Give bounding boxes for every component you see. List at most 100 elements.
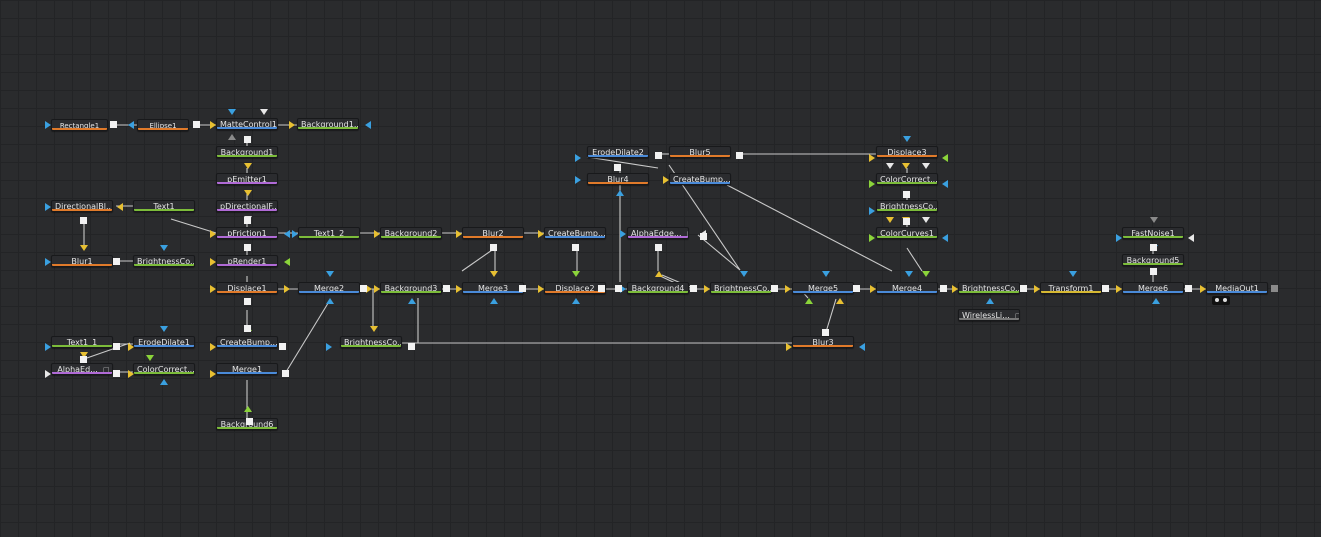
node-merge3[interactable]: Merge3 — [462, 282, 524, 294]
output-pin[interactable] — [690, 285, 697, 292]
pin-connector[interactable] — [538, 285, 544, 293]
output-pin[interactable] — [443, 285, 450, 292]
pin-connector[interactable] — [1116, 234, 1122, 242]
pin-connector[interactable] — [160, 379, 168, 385]
pin-connector[interactable] — [1188, 234, 1194, 242]
output-pin[interactable] — [244, 244, 251, 251]
node-background5[interactable]: Background5 — [1122, 254, 1184, 266]
pin-connector[interactable] — [1200, 285, 1206, 293]
pin-connector[interactable] — [490, 271, 498, 277]
connection-wire[interactable] — [697, 234, 741, 271]
pin-connector[interactable] — [128, 343, 134, 351]
pin-connector[interactable] — [886, 217, 894, 223]
pin-connector[interactable] — [117, 203, 123, 211]
pin-connector[interactable] — [284, 285, 290, 293]
output-pin[interactable] — [246, 418, 253, 425]
output-pin[interactable] — [244, 298, 251, 305]
pin-connector[interactable] — [869, 234, 875, 242]
node-fastnoise1[interactable]: FastNoise1 — [1122, 227, 1184, 239]
node-blur5[interactable]: Blur5 — [669, 146, 731, 158]
output-pin[interactable] — [193, 121, 200, 128]
node-brightnessco2[interactable]: BrightnessCo... — [710, 282, 772, 294]
pin-connector[interactable] — [210, 370, 216, 378]
node-directionalbl[interactable]: DirectionalBl... — [51, 200, 113, 212]
node-background2[interactable]: Background2 — [380, 227, 442, 239]
output-pin[interactable] — [244, 136, 251, 143]
node-erodedilate2[interactable]: ErodeDilate2 — [587, 146, 649, 158]
pin-connector[interactable] — [408, 298, 416, 304]
pin-connector[interactable] — [902, 163, 910, 169]
pin-connector[interactable] — [210, 230, 216, 238]
connection-wire[interactable] — [825, 298, 837, 333]
output-pin[interactable] — [1020, 285, 1027, 292]
output-pin[interactable] — [614, 164, 621, 171]
node-merge4[interactable]: Merge4 — [876, 282, 938, 294]
output-pin[interactable] — [822, 329, 829, 336]
output-pin[interactable] — [655, 244, 662, 251]
pin-connector[interactable] — [616, 190, 624, 196]
pin-connector[interactable] — [575, 176, 581, 184]
pin-connector[interactable] — [45, 203, 51, 211]
node-createbump3[interactable]: CreateBump... — [216, 336, 278, 348]
pin-connector[interactable] — [244, 163, 252, 169]
pin-connector[interactable] — [45, 370, 51, 378]
pin-connector[interactable] — [869, 180, 875, 188]
pin-connector[interactable] — [370, 326, 378, 332]
output-pin[interactable] — [903, 191, 910, 198]
mediaout-output-pin[interactable] — [1271, 285, 1278, 292]
pin-connector[interactable] — [146, 355, 154, 361]
node-blur3[interactable]: Blur3 — [792, 336, 854, 348]
output-pin[interactable] — [408, 343, 415, 350]
node-background3[interactable]: Background3 — [380, 282, 442, 294]
pin-connector[interactable] — [374, 230, 380, 238]
pin-connector[interactable] — [620, 230, 626, 238]
pin-connector[interactable] — [326, 343, 332, 351]
node-displace2[interactable]: Displace2 — [544, 282, 606, 294]
node-merge6[interactable]: Merge6 — [1122, 282, 1184, 294]
pin-connector[interactable] — [836, 298, 844, 304]
node-mediaout1[interactable]: MediaOut1 — [1206, 282, 1268, 294]
pin-connector[interactable] — [572, 271, 580, 277]
pin-connector[interactable] — [210, 121, 216, 129]
node-alphaedge1[interactable]: AlphaEdge... □ — [627, 227, 689, 239]
pin-connector[interactable] — [655, 271, 663, 277]
pin-connector[interactable] — [903, 136, 911, 142]
connection-wire[interactable] — [586, 156, 659, 169]
pin-connector[interactable] — [1116, 285, 1122, 293]
pin-connector[interactable] — [575, 154, 581, 162]
pin-connector[interactable] — [663, 176, 669, 184]
pin-connector[interactable] — [805, 298, 813, 304]
output-pin[interactable] — [244, 325, 251, 332]
pin-connector[interactable] — [785, 285, 791, 293]
pin-connector[interactable] — [859, 343, 865, 351]
pin-connector[interactable] — [922, 271, 930, 277]
node-blur2[interactable]: Blur2 — [462, 227, 524, 239]
output-pin[interactable] — [771, 285, 778, 292]
output-pin[interactable] — [1150, 268, 1157, 275]
pin-connector[interactable] — [822, 271, 830, 277]
output-pin[interactable] — [110, 121, 117, 128]
pin-connector[interactable] — [942, 234, 948, 242]
pin-connector[interactable] — [869, 207, 875, 215]
node-createbump1[interactable]: CreateBump... — [544, 227, 606, 239]
pin-connector[interactable] — [374, 285, 380, 293]
pin-connector[interactable] — [1150, 217, 1158, 223]
node-merge1[interactable]: Merge1 — [216, 363, 278, 375]
output-pin[interactable] — [655, 152, 662, 159]
output-pin[interactable] — [519, 285, 526, 292]
node-mattecontrol1[interactable]: MatteControl1 — [216, 118, 278, 130]
node-rectangle1[interactable]: Rectangle1 — [51, 119, 108, 131]
connection-wire[interactable] — [726, 184, 893, 272]
node-text1_2[interactable]: Text1_2 — [298, 227, 360, 239]
node-brightnessco4[interactable]: BrightnessCo... — [958, 282, 1020, 294]
pin-connector[interactable] — [244, 190, 252, 196]
pin-connector[interactable] — [942, 180, 948, 188]
output-pin[interactable] — [615, 285, 622, 292]
pin-connector[interactable] — [326, 298, 334, 304]
node-text1_1[interactable]: Text1_1 — [51, 336, 113, 348]
node-pdirectionalf[interactable]: pDirectionalF... — [216, 200, 278, 212]
node-prender1[interactable]: pRender1 — [216, 255, 278, 267]
pin-connector[interactable] — [572, 298, 580, 304]
node-erodedilate1[interactable]: ErodeDilate1 — [133, 336, 195, 348]
pin-connector[interactable] — [160, 245, 168, 251]
